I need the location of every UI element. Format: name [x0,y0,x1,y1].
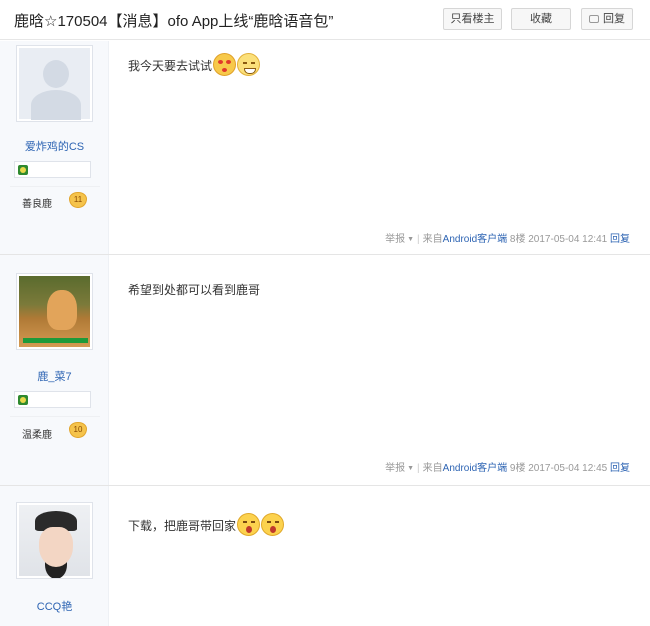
author-sidebar: 爱炸鸡的CS 善良鹿 11 [0,41,109,254]
chevron-down-icon: ▼ [405,236,415,243]
author-sidebar: CCQ艳 [0,486,109,626]
divider [10,416,100,417]
post-content: 希望到处都可以看到鹿哥 [128,281,260,298]
avatar[interactable] [16,45,93,122]
author-username[interactable]: CCQ艳 [0,598,109,614]
floor-number: 8楼 [509,234,526,245]
kiss-face-icon [213,53,237,76]
thread-header: 鹿晗☆170504【消息】ofo App上线“鹿晗语音包” 只看楼主 收藏 回复 [0,0,650,40]
divider: | [417,463,420,474]
person-avatar-image [19,505,90,576]
avatar[interactable] [16,502,93,579]
post-text: 希望到处都可以看到鹿哥 [128,283,261,297]
fan-rank-label: 善良鹿 [22,199,52,210]
author-sidebar: 鹿_菜7 温柔鹿 10 [0,255,109,485]
source-prefix: 来自 [422,234,443,245]
post-text: 我今天要去试试 [128,59,213,73]
report-link[interactable]: 举报 ▼ [385,234,414,245]
member-level-box [14,391,91,408]
member-level-icon [18,165,28,175]
report-link[interactable]: 举报 ▼ [385,463,414,474]
yawn-face-icon [261,513,285,536]
reply-button[interactable]: 回复 [581,8,633,30]
fan-level-badge: 10 [69,422,87,438]
post-floor-8: 爱炸鸡的CS 善良鹿 11 我今天要去试试 举报 ▼ | 来自Android客户端 … [0,41,650,255]
post-time: 2017-05-04 12:45 [528,463,608,474]
source-prefix: 来自 [422,463,443,474]
yawn-face-icon [237,513,261,536]
divider [10,186,100,187]
post-text: 下载，把鹿哥带回家 [128,519,237,533]
post-reply-link[interactable]: 回复 [610,234,630,245]
reply-button-label: 回复 [603,13,625,25]
avatar[interactable] [16,273,93,350]
post-meta: 举报 ▼ | 来自Android客户端 9楼 2017-05-04 12:45 回复 [385,459,630,474]
post-meta: 举报 ▼ | 来自Android客户端 8楼 2017-05-04 12:41 回复 [385,230,630,245]
author-username[interactable]: 爱炸鸡的CS [0,138,109,154]
post-time: 2017-05-04 12:41 [528,234,608,245]
divider: | [417,234,420,245]
post-reply-link[interactable]: 回复 [610,463,630,474]
post-content: 下载，把鹿哥带回家 [128,513,285,536]
floor-number: 9楼 [509,463,526,474]
android-client-link[interactable]: Android客户端 [443,463,507,474]
fan-rank-label: 温柔鹿 [22,430,52,441]
member-level-box [14,161,91,178]
chevron-down-icon: ▼ [405,465,415,472]
post-floor-9: 鹿_菜7 温柔鹿 10 希望到处都可以看到鹿哥 举报 ▼ | 来自Android客户… [0,255,650,486]
grin-face-icon [237,53,261,76]
post-floor-10: CCQ艳 下载，把鹿哥带回家 [0,486,650,626]
comment-icon [589,15,599,23]
only-op-button[interactable]: 只看楼主 [443,8,502,30]
default-avatar-icon [19,48,90,120]
author-username[interactable]: 鹿_菜7 [0,368,109,384]
post-content: 我今天要去试试 [128,53,261,76]
favorite-button[interactable]: 收藏 [511,8,571,30]
thread-title: 鹿晗☆170504【消息】ofo App上线“鹿晗语音包” [14,13,334,30]
android-client-link[interactable]: Android客户端 [443,234,507,245]
dog-avatar-image [19,276,90,347]
fan-level-badge: 11 [69,192,87,208]
member-level-icon [18,395,28,405]
